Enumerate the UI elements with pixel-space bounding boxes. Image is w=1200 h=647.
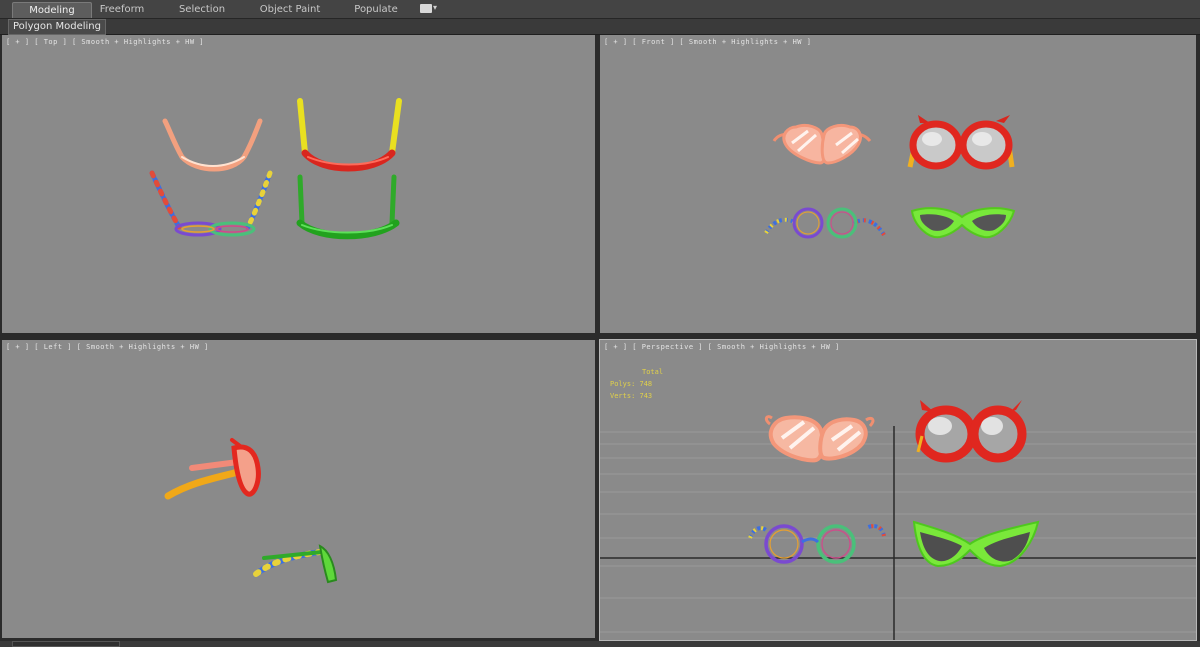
- viewport-left[interactable]: [ + ] [ Left ] [ Smooth + Highlights + H…: [2, 340, 595, 638]
- devil-glasses-side: [164, 438, 261, 500]
- devil-glasses-top: [297, 98, 402, 172]
- stats-title: Total: [642, 368, 664, 376]
- cat-glasses-front: [910, 207, 1016, 239]
- tab-modeling[interactable]: Modeling: [12, 2, 92, 18]
- viewport-front[interactable]: [ + ] [ Front ] [ Smooth + Highlights + …: [600, 35, 1196, 333]
- devil-glasses-persp: [915, 400, 1027, 463]
- round-glasses-persp: [748, 524, 886, 564]
- status-field[interactable]: [12, 641, 120, 647]
- tab-freeform[interactable]: Freeform: [96, 2, 148, 17]
- stats-polys: Polys: 748: [610, 380, 653, 388]
- status-bar: [0, 641, 1200, 647]
- top-view-models: [149, 98, 402, 240]
- ribbon-panel-bar: Polygon Modeling: [0, 19, 1200, 35]
- chevron-down-icon[interactable]: ▾: [433, 3, 437, 12]
- perspective-view-models: [600, 400, 1196, 640]
- tab-selection[interactable]: Selection: [176, 2, 228, 17]
- viewport-top[interactable]: [ + ] [ Top ] [ Smooth + Highlights + HW…: [2, 35, 595, 333]
- viewport-perspective[interactable]: [ + ] [ Perspective ] [ Smooth + Highlig…: [599, 339, 1197, 641]
- heart-glasses-front: [772, 123, 872, 165]
- cat-glasses-persp: [912, 520, 1040, 568]
- devil-glasses-front: [907, 115, 1015, 170]
- tab-object-paint[interactable]: Object Paint: [258, 2, 322, 17]
- tab-populate[interactable]: Populate: [350, 2, 402, 17]
- round-glasses-front: [764, 207, 886, 239]
- left-view-models: [164, 438, 338, 584]
- scene-statistics: Total Polys: 748 Verts: 743: [610, 366, 663, 402]
- polygon-modeling-panel[interactable]: Polygon Modeling: [8, 19, 106, 35]
- front-view-models: [764, 115, 1016, 239]
- stats-verts: Verts: 743: [610, 392, 653, 400]
- cat-glasses-top: [296, 174, 400, 240]
- heart-glasses-top: [162, 118, 263, 172]
- round-glasses-top: [149, 170, 273, 237]
- ribbon-options-icon[interactable]: [420, 4, 432, 13]
- perspective-grid: [600, 431, 1196, 633]
- cat-glasses-side: [253, 544, 338, 584]
- heart-glasses-persp: [764, 415, 875, 463]
- ribbon-tab-bar: Modeling Freeform Selection Object Paint…: [0, 0, 1200, 19]
